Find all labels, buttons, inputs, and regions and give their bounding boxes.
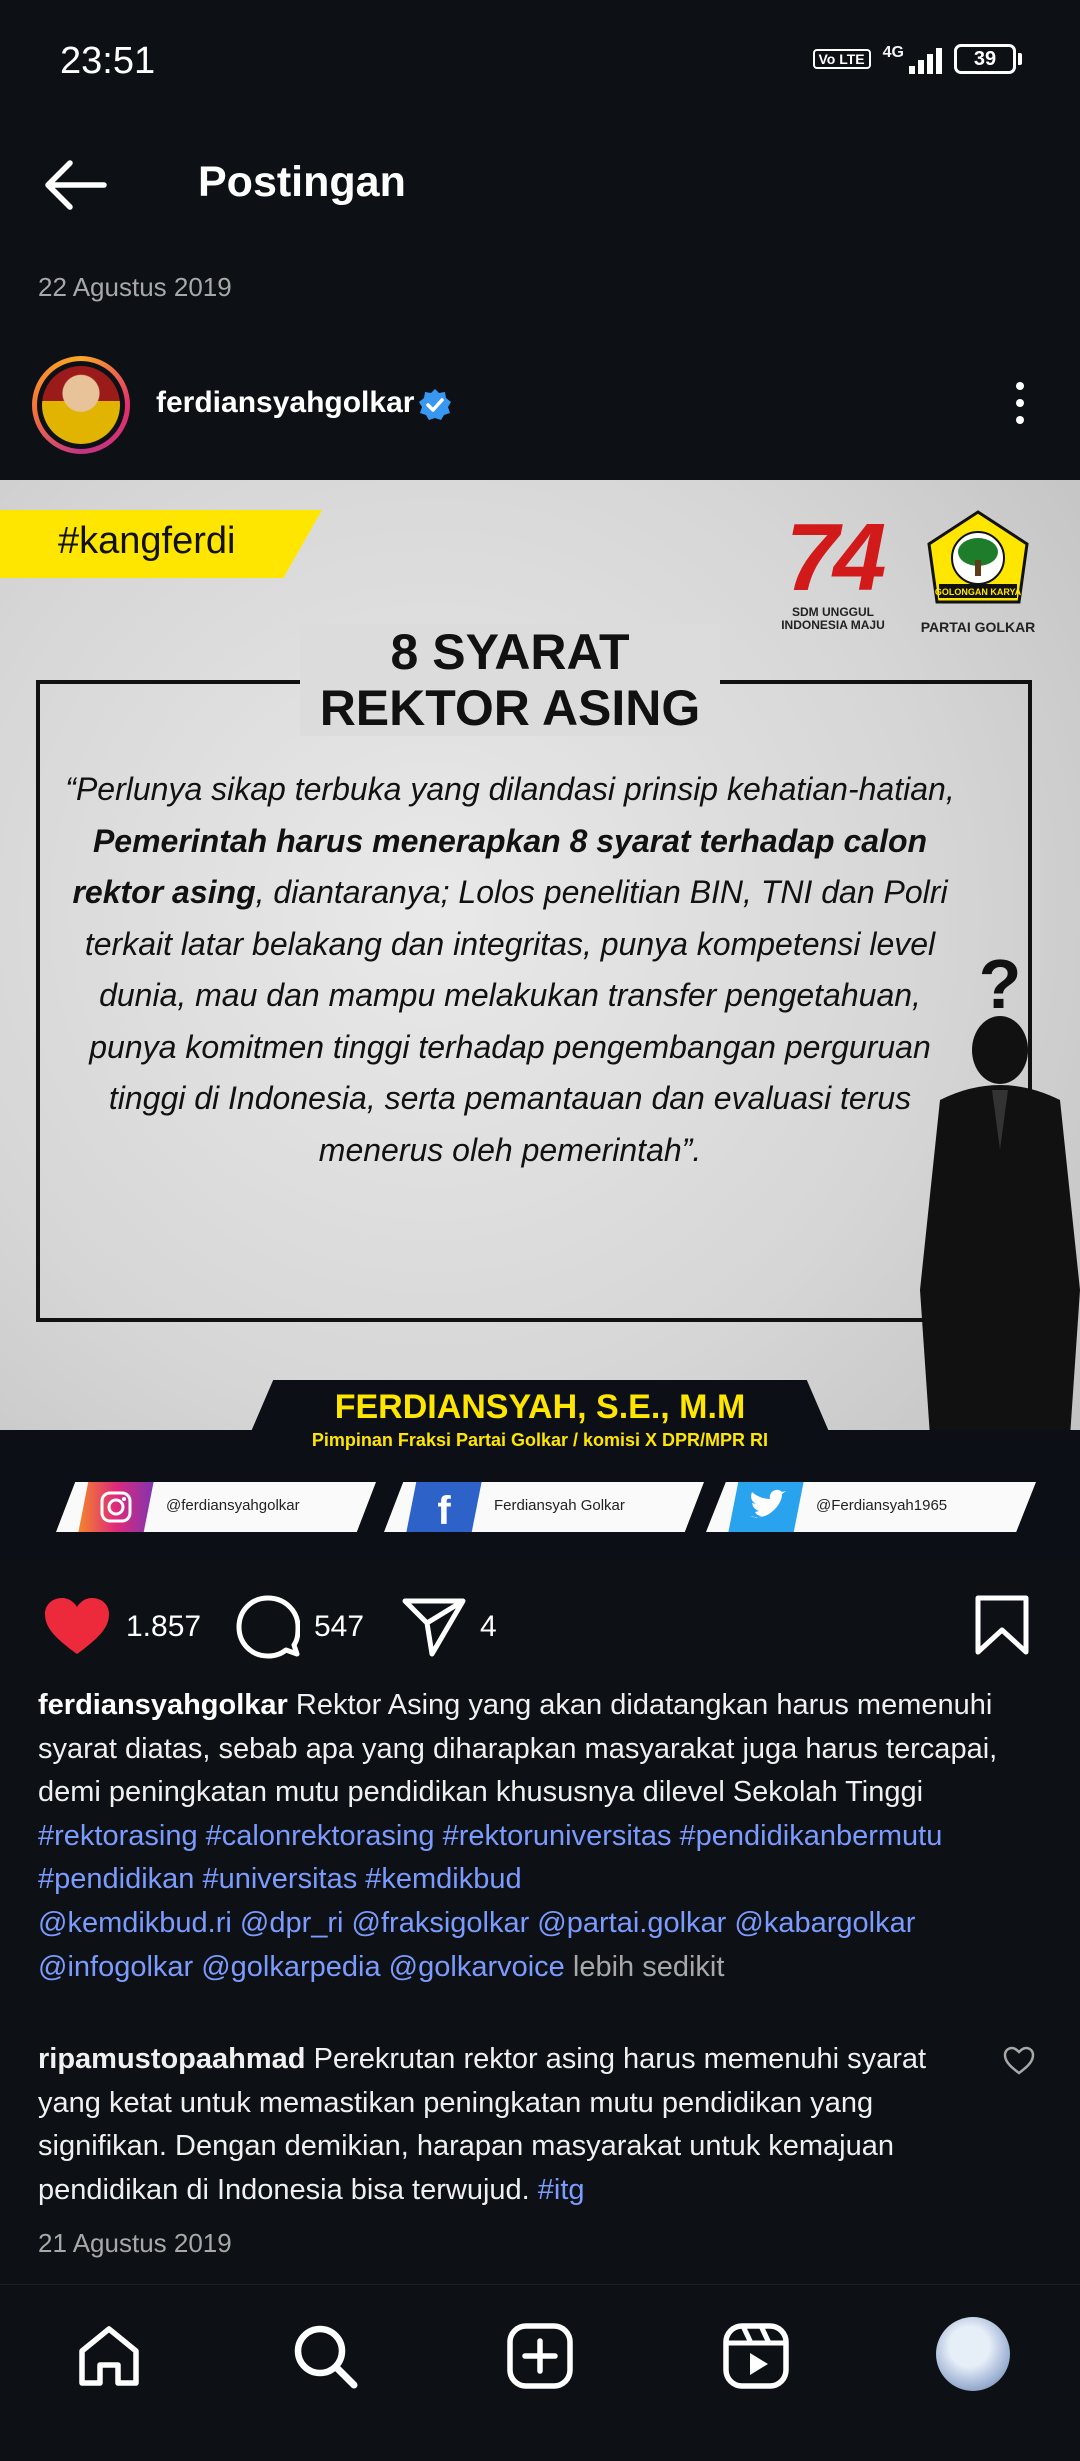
- bookmark-icon[interactable]: [974, 1594, 1030, 1656]
- status-bar: 23:51 Vo LTE 4G 39: [0, 0, 1080, 130]
- svg-text:GOLONGAN KARYA: GOLONGAN KARYA: [935, 587, 1022, 597]
- facebook-icon: f: [437, 1489, 451, 1533]
- svg-text:?: ?: [979, 950, 1022, 1023]
- author-username[interactable]: ferdiansyahgolkar: [156, 386, 414, 420]
- verified-badge-icon: [419, 389, 451, 420]
- share-count: 4: [480, 1610, 497, 1643]
- svg-text:f: f: [437, 1489, 451, 1533]
- comment-bubble-icon: [236, 1595, 300, 1659]
- show-less-link[interactable]: lebih sedikit: [573, 1951, 725, 1983]
- network-type: 4G: [882, 44, 904, 61]
- post-author: ferdiansyahgolkar: [0, 350, 1080, 465]
- facebook-handle: Ferdiansyah Golkar: [494, 1497, 625, 1514]
- post-image-quote: “Perlunya sikap terbuka yang dilandasi p…: [60, 764, 960, 1176]
- golkar-caption: PARTAI GOLKAR: [920, 619, 1036, 635]
- post-image-title-line2: REKTOR ASING: [319, 680, 701, 736]
- home-icon[interactable]: [74, 2321, 144, 2391]
- caption-username[interactable]: ferdiansyahgolkar: [38, 1689, 288, 1721]
- post-image[interactable]: #kangferdi 74 SDM UNGGUL INDONESIA MAJU …: [0, 480, 1080, 1560]
- battery-icon: 39: [954, 44, 1022, 74]
- post-image-title-line1: 8 SYARAT: [390, 624, 630, 680]
- caption-mentions[interactable]: @kemdikbud.ri @dpr_ri @fraksigolkar @par…: [38, 1907, 915, 1983]
- app-header: Postingan: [0, 130, 1080, 240]
- twitter-handle: @Ferdiansyah1965: [816, 1497, 948, 1514]
- comment-tag[interactable]: #itg: [538, 2174, 585, 2206]
- post-actions: 1.857 547 4: [0, 1590, 1080, 1680]
- hashtag-banner-text: #kangferdi: [58, 520, 236, 562]
- author-position: Pimpinan Fraksi Partai Golkar / komisi X…: [311, 1430, 769, 1450]
- like-count: 1.857: [126, 1610, 202, 1643]
- post-caption: ferdiansyahgolkar Rektor Asing yang akan…: [38, 1684, 1048, 1989]
- status-icons: Vo LTE 4G 39: [812, 44, 1022, 74]
- logo-74-number: 74: [785, 504, 887, 611]
- caption-hashtags[interactable]: #rektorasing #calonrektorasing #rektorun…: [38, 1820, 942, 1896]
- battery-level: 39: [954, 44, 1016, 74]
- comment-username[interactable]: ripamustopaahmad: [38, 2043, 306, 2075]
- twitter-handle-tag: @Ferdiansyah1965: [706, 1482, 1036, 1532]
- comment-like-heart-icon[interactable]: [1003, 2046, 1035, 2076]
- back-arrow-icon[interactable]: [40, 155, 110, 215]
- like-button[interactable]: 1.857: [42, 1590, 201, 1664]
- heart-filled-icon: [45, 1598, 109, 1654]
- logo-74-caption-2: INDONESIA MAJU: [781, 618, 885, 632]
- comment-item: ripamustopaahmad Perekrutan rektor asing…: [38, 2038, 988, 2212]
- search-icon[interactable]: [290, 2321, 360, 2391]
- status-time: 23:51: [60, 40, 156, 82]
- post-date: 22 Agustus 2019: [38, 272, 232, 302]
- instagram-handle-tag: @ferdiansyahgolkar: [56, 1482, 376, 1532]
- footer-band: Pimpinan Fraksi Partai Golkar / komisi X…: [0, 1430, 1080, 1560]
- bottom-navigation: [0, 2284, 1080, 2461]
- share-button[interactable]: 4: [402, 1590, 497, 1664]
- twitter-bird-icon: [750, 1489, 786, 1518]
- hut-74-logo: 74 SDM UNGGUL INDONESIA MAJU: [778, 510, 888, 632]
- page-title: Postingan: [198, 158, 406, 206]
- golkar-emblem-icon: GOLONGAN KARYA: [927, 510, 1029, 604]
- author-name-banner: FERDIANSYAH, S.E., M.M: [334, 1388, 746, 1426]
- more-options-icon[interactable]: [1005, 382, 1035, 432]
- paper-plane-icon: [402, 1598, 466, 1657]
- reels-icon[interactable]: [721, 2321, 791, 2391]
- profile-avatar[interactable]: [936, 2317, 1010, 2391]
- comment-button[interactable]: 547: [236, 1590, 364, 1664]
- comment-date: 21 Agustus 2019: [38, 2228, 232, 2258]
- golkar-logo: GOLONGAN KARYA PARTAI GOLKAR: [918, 510, 1038, 635]
- post-image-title: 8 SYARAT REKTOR ASING: [300, 624, 720, 736]
- quote-part-2: , diantaranya; Lolos penelitian BIN, TNI…: [84, 874, 948, 1168]
- name-banner: FERDIANSYAH, S.E., M.M: [250, 1380, 830, 1434]
- signal-icon: 4G: [883, 44, 942, 74]
- instagram-handle: @ferdiansyahgolkar: [166, 1497, 300, 1514]
- hashtag-banner: #kangferdi: [0, 510, 322, 578]
- instagram-icon: [100, 1491, 132, 1523]
- facebook-handle-tag: f Ferdiansyah Golkar: [384, 1482, 704, 1532]
- quote-part-1: “Perlunya sikap terbuka yang dilandasi p…: [65, 771, 955, 807]
- author-avatar[interactable]: [32, 356, 130, 454]
- man-silhouette-icon: ?: [920, 950, 1080, 1510]
- comment-count: 547: [314, 1610, 365, 1643]
- volte-icon: Vo LTE: [812, 49, 871, 69]
- create-post-icon[interactable]: [505, 2321, 575, 2391]
